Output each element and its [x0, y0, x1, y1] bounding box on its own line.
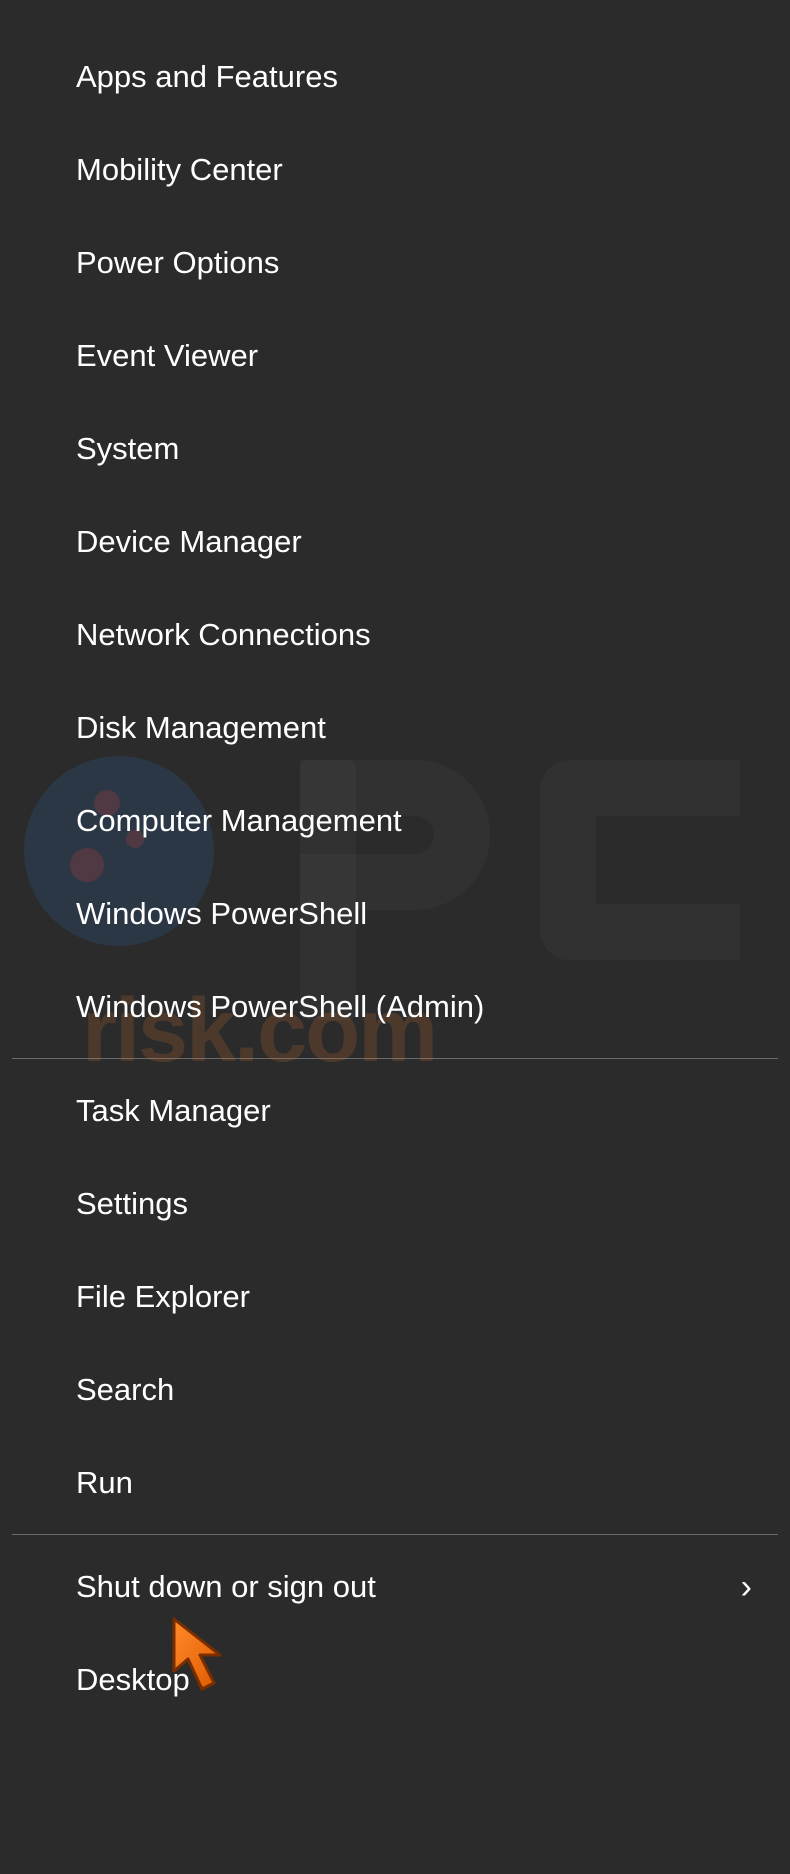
menu-item-disk-management[interactable]: Disk Management: [0, 681, 790, 774]
chevron-right-icon: ›: [741, 1570, 752, 1604]
menu-item-label: Event Viewer: [76, 338, 258, 374]
menu-item-desktop[interactable]: Desktop: [0, 1633, 790, 1726]
menu-item-label: File Explorer: [76, 1279, 250, 1315]
menu-item-label: Disk Management: [76, 710, 326, 746]
winx-context-menu: Apps and Features Mobility Center Power …: [0, 30, 790, 1726]
menu-item-label: System: [76, 431, 179, 467]
menu-item-network-connections[interactable]: Network Connections: [0, 588, 790, 681]
menu-item-label: Device Manager: [76, 524, 302, 560]
menu-item-label: Task Manager: [76, 1093, 271, 1129]
menu-item-label: Computer Management: [76, 803, 402, 839]
menu-item-system[interactable]: System: [0, 402, 790, 495]
menu-item-windows-powershell[interactable]: Windows PowerShell: [0, 867, 790, 960]
menu-item-label: Shut down or sign out: [76, 1569, 376, 1605]
menu-item-event-viewer[interactable]: Event Viewer: [0, 309, 790, 402]
menu-item-apps-and-features[interactable]: Apps and Features: [0, 30, 790, 123]
menu-item-settings[interactable]: Settings: [0, 1157, 790, 1250]
menu-item-windows-powershell-admin[interactable]: Windows PowerShell (Admin): [0, 960, 790, 1053]
menu-item-file-explorer[interactable]: File Explorer: [0, 1250, 790, 1343]
menu-separator: [12, 1058, 778, 1059]
menu-item-label: Power Options: [76, 245, 279, 281]
menu-item-label: Settings: [76, 1186, 188, 1222]
menu-item-power-options[interactable]: Power Options: [0, 216, 790, 309]
menu-item-mobility-center[interactable]: Mobility Center: [0, 123, 790, 216]
menu-item-run[interactable]: Run: [0, 1436, 790, 1529]
menu-item-device-manager[interactable]: Device Manager: [0, 495, 790, 588]
menu-item-search[interactable]: Search: [0, 1343, 790, 1436]
menu-separator: [12, 1534, 778, 1535]
menu-item-label: Run: [76, 1465, 133, 1501]
menu-item-label: Mobility Center: [76, 152, 283, 188]
menu-item-computer-management[interactable]: Computer Management: [0, 774, 790, 867]
menu-item-label: Desktop: [76, 1662, 190, 1698]
menu-item-label: Windows PowerShell: [76, 896, 367, 932]
menu-item-task-manager[interactable]: Task Manager: [0, 1064, 790, 1157]
menu-item-label: Search: [76, 1372, 174, 1408]
menu-item-shut-down-or-sign-out[interactable]: Shut down or sign out ›: [0, 1540, 790, 1633]
menu-item-label: Windows PowerShell (Admin): [76, 989, 484, 1025]
menu-item-label: Network Connections: [76, 617, 371, 653]
menu-item-label: Apps and Features: [76, 59, 338, 95]
